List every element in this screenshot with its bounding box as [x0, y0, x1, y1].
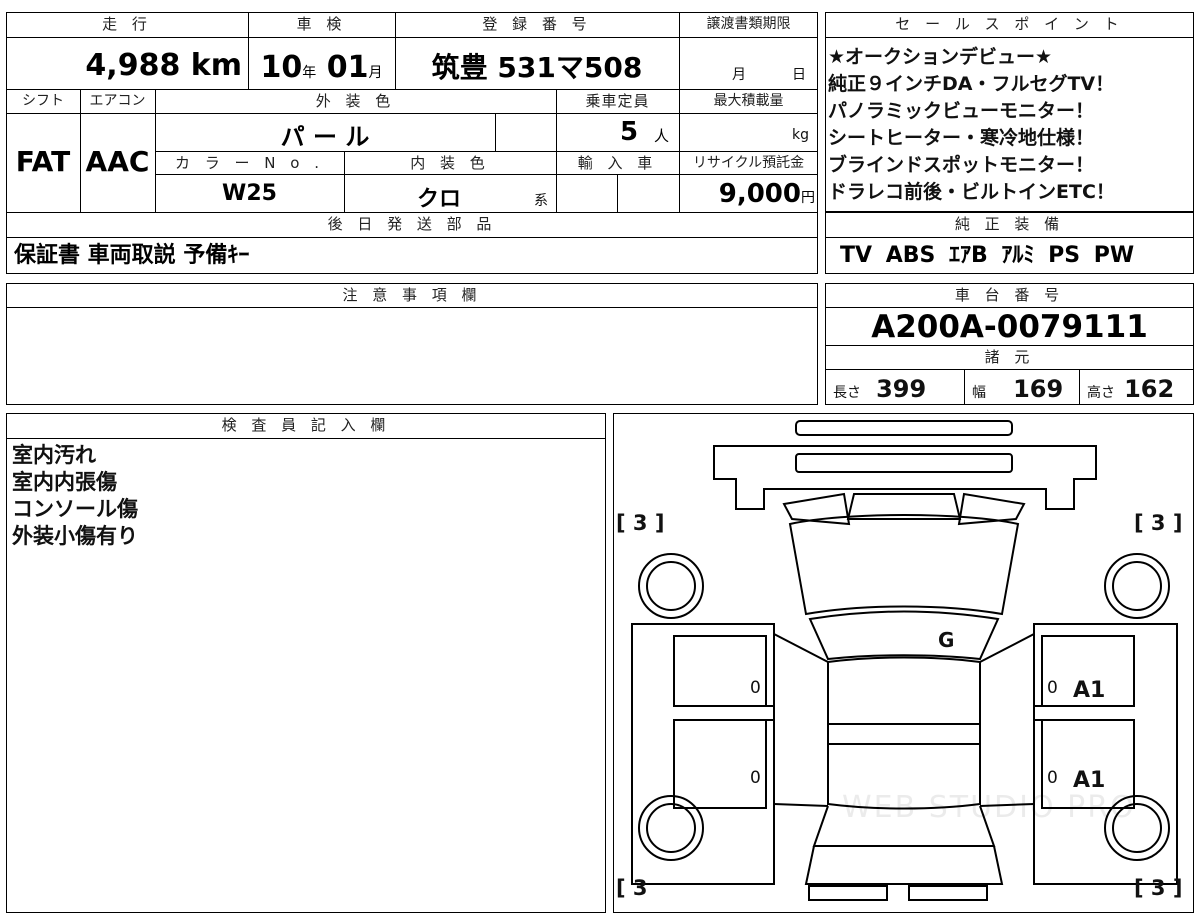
registration-number: 筑豊 531マ508 [431, 51, 643, 84]
inspection-year: 10 [260, 50, 303, 85]
recycle-value: 9,000 [718, 179, 801, 209]
zero-mark: 0 [750, 768, 761, 788]
inspector-note-item: コンソール傷 [12, 497, 138, 521]
inspection-year-unit: 年 [302, 65, 317, 81]
inspection-month-unit: 月 [368, 65, 383, 81]
interior-color-suffix: 系 [534, 193, 548, 209]
length-label: 長さ [833, 385, 861, 401]
capacity-header: 乗車定員 [585, 92, 650, 110]
inspection-month: 01 [326, 50, 369, 85]
tire-tread-rear-right: [ 3 ] [1134, 876, 1183, 900]
sales-point-list: ★オークションデビュー★ 純正９インチDA・フルセグTV！ パノラミックビューモ… [828, 44, 1192, 206]
capacity-value: 5 [620, 117, 639, 147]
width-value: 169 [1013, 375, 1064, 403]
color-no-value: W25 [222, 181, 277, 206]
interior-color-header: 内 装 色 [410, 154, 490, 172]
import-header: 輸 入 車 [577, 154, 658, 172]
zero-mark: 0 [1047, 768, 1058, 788]
exterior-color-value: パ ー ル [280, 123, 370, 151]
watermark: WEB STUDIO PRO [842, 790, 1136, 825]
max-load-unit: kg [792, 127, 809, 143]
mileage-value: 4,988 [85, 48, 181, 83]
recycle-unit: 円 [801, 190, 815, 206]
sales-point-item: ドラレコ前後・ビルトインETC！ [828, 181, 1115, 203]
inspector-header: 検 査 員 記 入 欄 [221, 416, 391, 434]
sales-point-item: シートヒーター・寒冷地仕様！ [828, 127, 1095, 149]
sales-point-header: セ ー ル ス ポ イ ン ト [895, 15, 1124, 33]
height-label: 高さ [1087, 385, 1115, 401]
inspector-notes: 室内汚れ 室内内張傷 コンソール傷 外装小傷有り [12, 442, 138, 550]
aircon-value: AAC [85, 145, 150, 178]
aircon-header: エアコン [89, 93, 146, 109]
inspector-note-item: 室内汚れ [12, 443, 96, 467]
inspection-header: 車 検 [296, 15, 347, 33]
genuine-equipment-header: 純 正 装 備 [954, 215, 1065, 233]
width-label: 幅 [972, 385, 986, 401]
sales-point-item: パノラミックビューモニター！ [828, 100, 1095, 122]
registration-header: 登 録 番 号 [482, 15, 592, 33]
transfer-deadline-header: 譲渡書類期限 [706, 16, 791, 32]
transfer-day: 日 [792, 67, 806, 83]
exterior-color-header: 外 装 色 [315, 92, 396, 110]
car-diagram [631, 420, 1178, 901]
tire-tread-rear-left: [ 3 [616, 876, 648, 900]
later-parts-header: 後 日 発 送 部 品 [327, 215, 497, 233]
damage-mark-front-right-door: A1 [1073, 678, 1106, 703]
tire-tread-front-right: [ 3 ] [1134, 511, 1183, 535]
shift-value: FAT [15, 145, 71, 178]
sales-point-item: 純正９インチDA・フルセグTV！ [828, 73, 1115, 95]
recycle-header: リサイクル預託金 [692, 155, 805, 171]
mileage-header: 走 行 [102, 15, 152, 33]
later-parts-value: 保証書 車両取説 予備ｷｰ [14, 243, 250, 268]
length-value: 399 [876, 375, 927, 403]
zero-mark: 0 [1047, 678, 1058, 698]
tire-tread-front-left: [ 3 ] [616, 511, 665, 535]
inspector-note-item: 外装小傷有り [12, 524, 138, 548]
car-diagram-box: [ 3 ] [ 3 ] [ 3 [ 3 ] G A1 A1 0 0 0 0 WE… [613, 413, 1194, 913]
interior-color-value: クロ [416, 187, 461, 212]
sales-point-item: ★オークションデビュー★ [828, 46, 1053, 68]
mileage-unit: km [190, 48, 242, 83]
chassis-no-header: 車 台 番 号 [954, 286, 1065, 304]
transfer-month: 月 [732, 67, 746, 83]
inspector-note-item: 室内内張傷 [12, 470, 117, 494]
notes-header: 注 意 事 項 欄 [342, 286, 482, 304]
chassis-no-value: A200A-0079111 [871, 309, 1148, 345]
capacity-unit: 人 [654, 127, 670, 145]
damage-mark-windshield: G [938, 628, 955, 652]
max-load-header: 最大積載量 [713, 93, 784, 109]
zero-mark: 0 [750, 678, 761, 698]
color-no-header: カ ラ ー N o . [174, 154, 324, 172]
height-value: 162 [1124, 375, 1175, 403]
genuine-equipment-value: TV ABS ｴｱB ｱﾙﾐ PS PW [840, 243, 1135, 268]
specs-header: 諸 元 [984, 348, 1035, 366]
sales-point-item: ブラインドスポットモニター！ [828, 154, 1095, 176]
shift-header: シフト [22, 93, 64, 109]
